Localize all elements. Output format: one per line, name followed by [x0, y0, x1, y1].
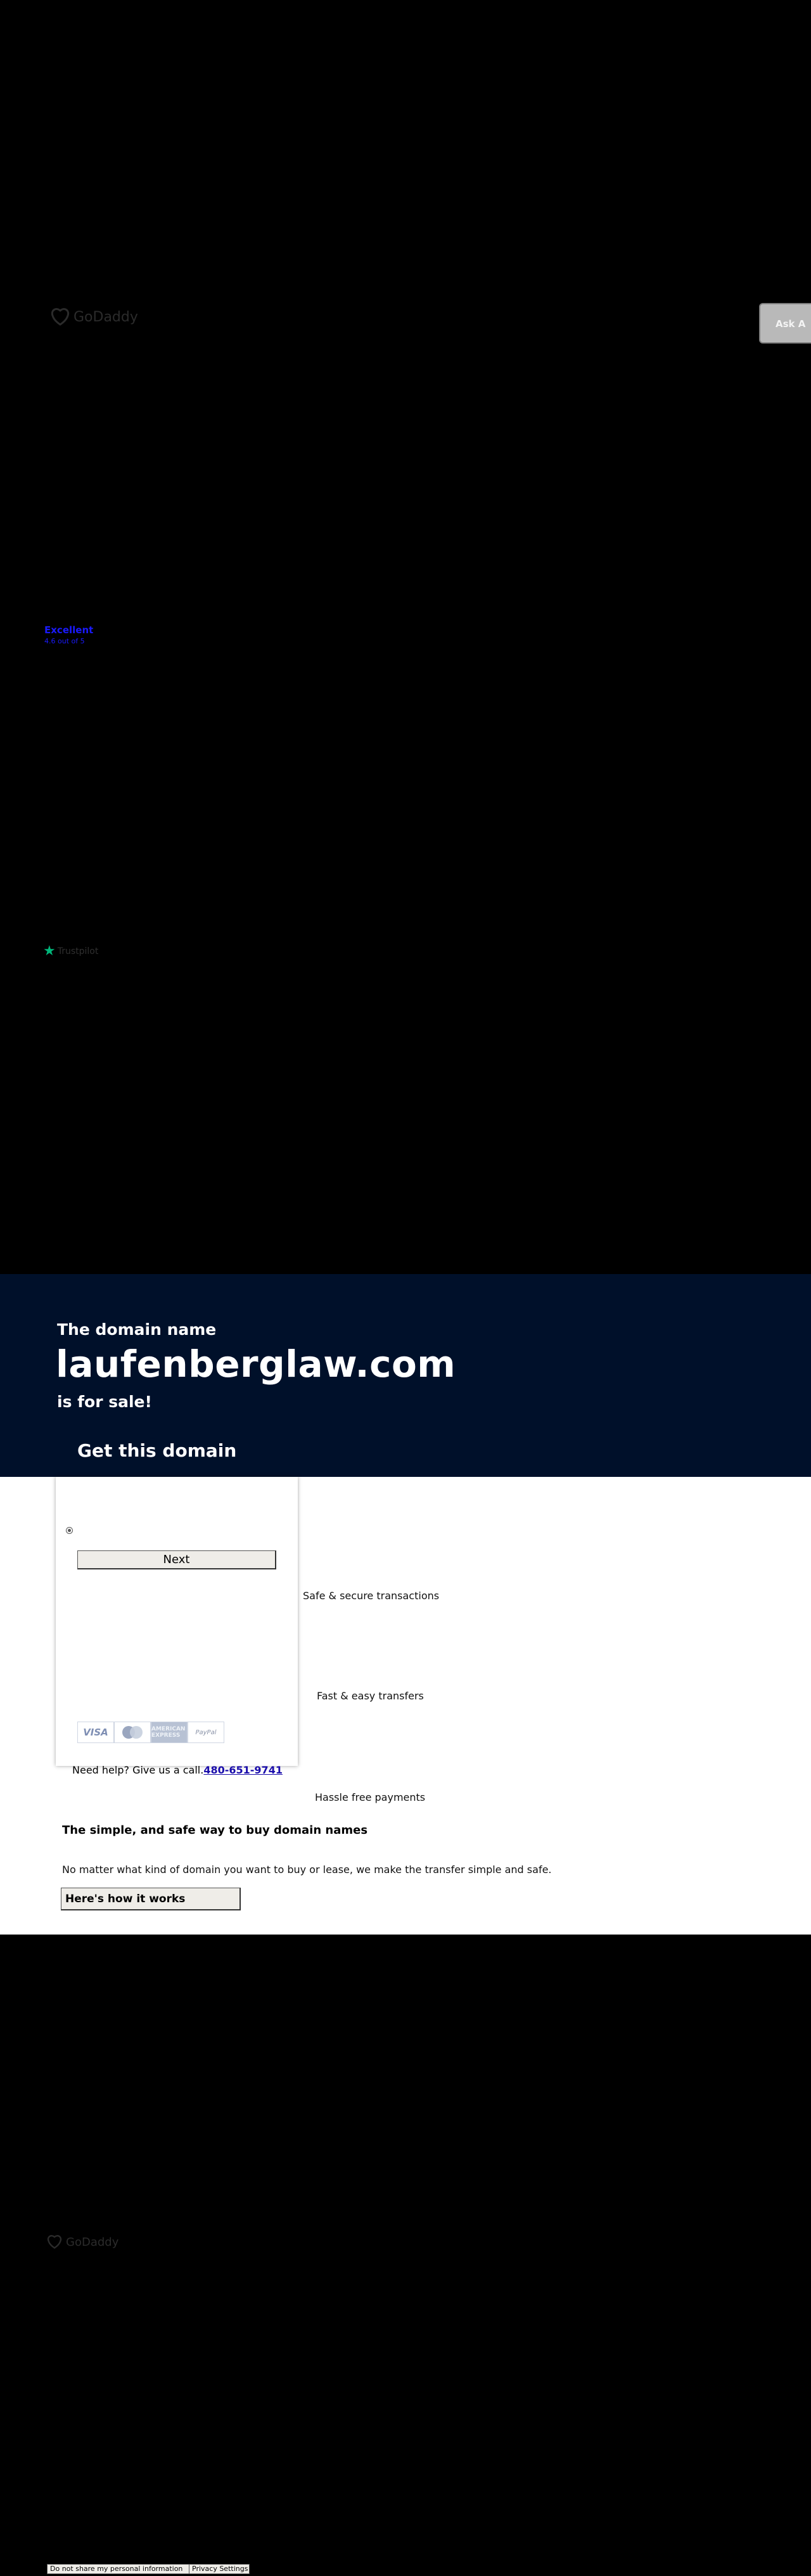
- footer-godaddy-logo[interactable]: GoDaddy: [47, 2235, 118, 2249]
- ask-button[interactable]: Ask A: [759, 303, 811, 344]
- trustpilot-text: Trustpilot: [57, 946, 99, 956]
- rating-score[interactable]: 4.6 out of 5: [44, 637, 85, 645]
- info-heading: The simple, and safe way to buy domain n…: [62, 1824, 368, 1837]
- mastercard-icon: [114, 1722, 151, 1743]
- payment-methods: VISA AMERICAN EXPRESS PayPal: [77, 1722, 224, 1743]
- help-label: Need help? Give us a call.: [72, 1764, 204, 1776]
- hero-subtitle: is for sale!: [57, 1393, 152, 1411]
- option-radio[interactable]: [66, 1527, 73, 1534]
- star-icon: ★: [43, 943, 56, 959]
- footer-godaddy-logo-icon: [47, 2235, 62, 2249]
- privacy-settings-button[interactable]: Privacy Settings: [189, 2564, 250, 2574]
- next-button[interactable]: Next: [77, 1550, 276, 1569]
- how-it-works-button[interactable]: Here's how it works: [61, 1888, 241, 1910]
- domain-name-title: laufenberglaw.com: [56, 1343, 456, 1386]
- godaddy-logo-icon: [51, 308, 70, 326]
- info-body: No matter what kind of domain you want t…: [62, 1864, 552, 1876]
- feature-payments: Hassle free payments: [315, 1791, 426, 1803]
- trustpilot-logo[interactable]: ★ Trustpilot: [43, 944, 98, 958]
- hero-pretitle: The domain name: [57, 1320, 217, 1339]
- godaddy-logo[interactable]: GoDaddy: [51, 308, 138, 326]
- amex-icon: AMERICAN EXPRESS: [151, 1722, 188, 1743]
- feature-secure: Safe & secure transactions: [303, 1590, 440, 1602]
- godaddy-logo-text: GoDaddy: [73, 309, 138, 325]
- footer-logo-text: GoDaddy: [66, 2235, 119, 2249]
- get-domain-heading: Get this domain: [77, 1440, 237, 1461]
- rating-label[interactable]: Excellent: [44, 624, 93, 636]
- phone-link[interactable]: 480-651-9741: [203, 1764, 283, 1776]
- visa-icon: VISA: [77, 1722, 114, 1743]
- feature-transfers: Fast & easy transfers: [317, 1690, 424, 1702]
- paypal-icon: PayPal: [188, 1722, 224, 1743]
- help-text: Need help? Give us a call.480-651-9741: [72, 1764, 283, 1776]
